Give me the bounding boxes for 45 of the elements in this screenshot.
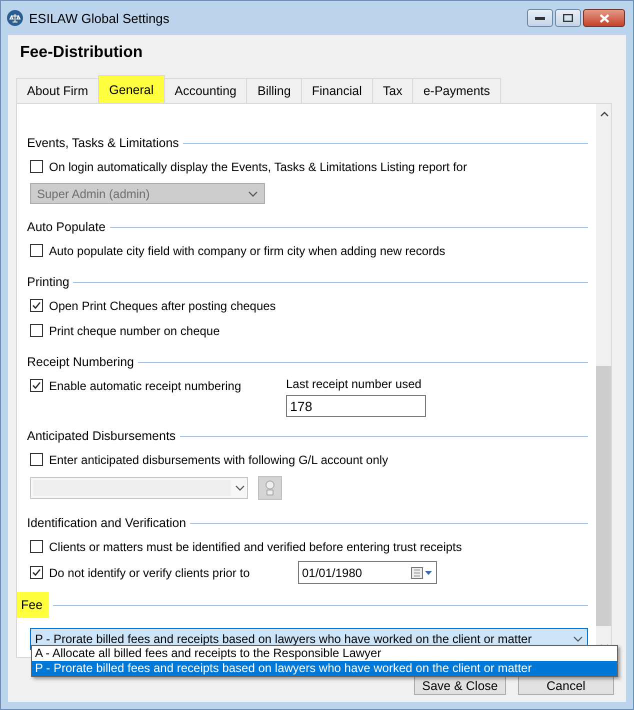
caret-icon xyxy=(573,636,583,642)
checkbox-label: Clients or matters must be identified and verified before entering trust receipts xyxy=(49,540,462,554)
field-label: Last receipt number used xyxy=(286,377,422,391)
calendar-icon[interactable] xyxy=(411,566,433,578)
caret-icon xyxy=(235,485,245,491)
window-title: ESILAW Global Settings xyxy=(29,10,170,26)
checkbox[interactable] xyxy=(30,453,43,466)
maximize-icon xyxy=(563,14,573,22)
section-title: Receipt Numbering xyxy=(27,355,134,369)
checkbox-label: Do not identify or verify clients prior to xyxy=(49,566,251,580)
scroll-up-icon xyxy=(600,111,608,117)
close-button[interactable] xyxy=(583,9,625,27)
checkbox[interactable] xyxy=(30,540,43,553)
checkbox[interactable] xyxy=(30,160,43,173)
caret-icon xyxy=(248,190,258,196)
tab[interactable]: About Firm xyxy=(16,78,100,103)
minimize-icon xyxy=(535,16,545,20)
tab[interactable]: e-Payments xyxy=(412,78,502,103)
scales-icon xyxy=(7,10,23,26)
checkbox-label: On login automatically display the Events, Tasks & Limitations Listing report for xyxy=(49,160,467,174)
close-icon xyxy=(598,14,610,22)
checkbox[interactable] xyxy=(30,244,43,257)
checkbox-label: Enable automatic receipt numbering xyxy=(49,378,242,392)
minimize-button[interactable] xyxy=(527,9,553,27)
section-title: Identification and Verification xyxy=(27,516,186,530)
checkbox[interactable] xyxy=(30,379,43,392)
input-field[interactable]: 178 xyxy=(286,395,426,417)
section-title: Anticipated Disbursements xyxy=(27,429,176,443)
section-title: Fee xyxy=(17,592,49,618)
checkbox-label: Print cheque number on cheque xyxy=(49,324,220,338)
dropdown-option[interactable]: P - Prorate billed fees and receipts based on lawyers who have worked on the client or matter xyxy=(32,661,617,676)
checkbox-label: Enter anticipated disbursements with following G/L account only xyxy=(49,452,388,466)
maximize-button[interactable] xyxy=(555,9,581,27)
tab[interactable]: General xyxy=(98,75,165,103)
checkbox[interactable] xyxy=(30,299,43,312)
page-heading: Fee-Distribution xyxy=(20,44,144,63)
checkbox-label: Open Print Cheques after posting cheques xyxy=(49,298,276,312)
date-field[interactable]: 01/01/1980 xyxy=(298,561,437,584)
checkbox-label: Auto populate city field with company or firm city when adding new records xyxy=(49,244,446,258)
section-title: Printing xyxy=(27,275,70,289)
person-icon xyxy=(263,480,277,496)
checkbox[interactable] xyxy=(30,566,43,579)
section-title: Auto Populate xyxy=(27,220,106,234)
section-title: Events, Tasks & Limitations xyxy=(27,136,179,150)
checkbox[interactable] xyxy=(30,324,43,337)
